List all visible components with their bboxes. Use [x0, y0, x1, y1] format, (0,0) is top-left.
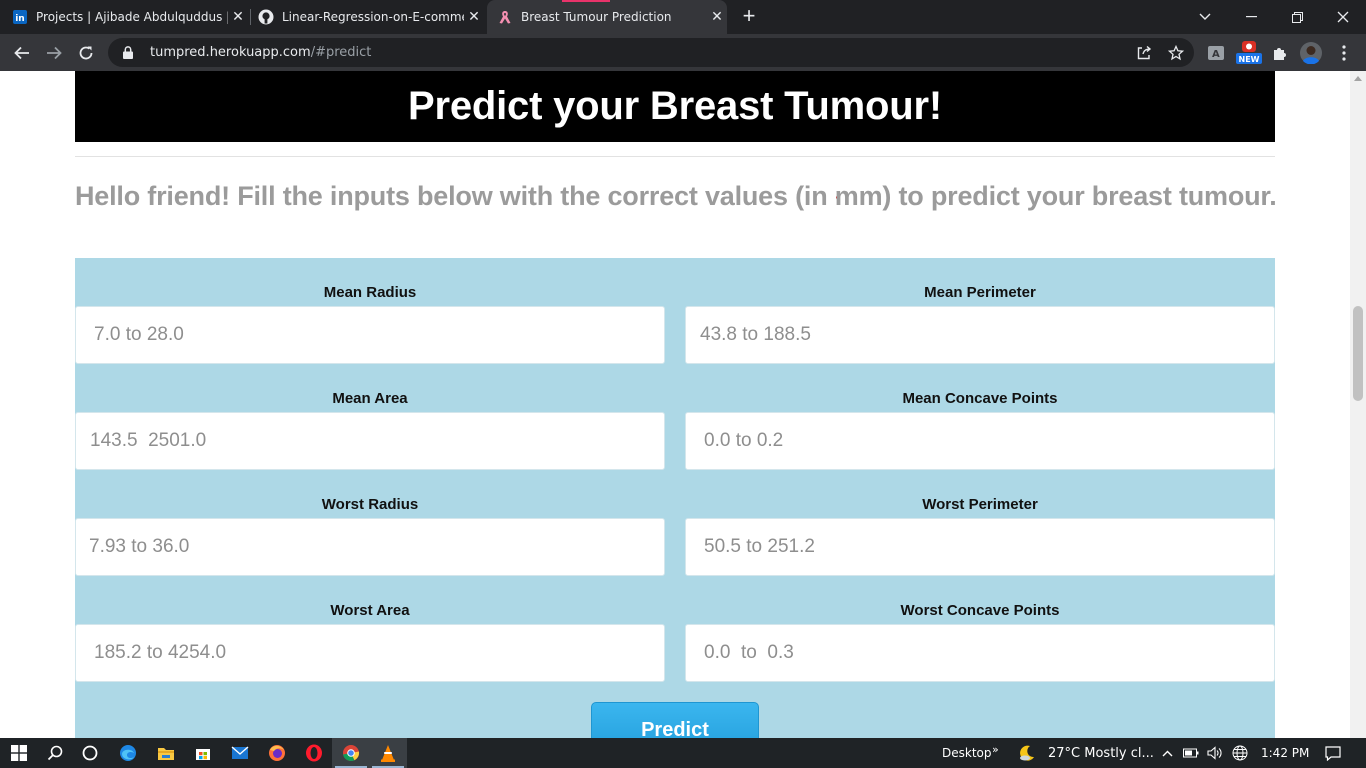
worst-area-input[interactable] — [75, 624, 665, 682]
opera-icon[interactable] — [295, 738, 333, 768]
toolbar-overflow-icon[interactable]: » — [992, 734, 999, 764]
svg-text:A: A — [1212, 49, 1220, 60]
github-icon — [258, 9, 274, 25]
volume-icon[interactable] — [1204, 738, 1226, 768]
forward-button[interactable] — [41, 40, 67, 66]
extension-badge-label: NEW — [1239, 55, 1260, 64]
back-button[interactable] — [9, 40, 35, 66]
restore-button[interactable] — [1274, 0, 1320, 34]
extensions-puzzle-icon[interactable] — [1269, 42, 1291, 64]
restore-icon — [1291, 11, 1303, 23]
mean-area-label: Mean Area — [332, 390, 408, 407]
tab-close-icon[interactable]: ✕ — [707, 9, 727, 25]
profile-avatar[interactable] — [1300, 42, 1322, 64]
worst-perimeter-label: Worst Perimeter — [922, 496, 1038, 513]
intro-text: Hello friend! Fill the inputs below with… — [75, 181, 1277, 211]
tab-title: Projects | Ajibade Abdulquddus | — [36, 10, 228, 24]
url-host: tumpred.herokuapp.com — [150, 45, 311, 60]
mean-radius-label: Mean Radius — [323, 284, 417, 301]
new-tab-button[interactable]: + — [738, 5, 760, 27]
address-bar[interactable]: tumpred.herokuapp.com/#predict — [108, 38, 1194, 67]
windows-taskbar: Desktop » 27°C Mostly cl... 1:42 PM — [0, 738, 1366, 768]
store-icon[interactable] — [184, 738, 222, 768]
firefox-icon[interactable] — [258, 738, 296, 768]
linkedin-icon: in — [12, 9, 28, 25]
worst-area-label: Worst Area — [330, 602, 410, 619]
reload-button[interactable] — [73, 40, 99, 66]
page-scrollbar[interactable] — [1350, 71, 1366, 738]
worst-radius-label: Worst Radius — [321, 496, 419, 513]
url-text[interactable]: tumpred.herokuapp.com/#predict — [150, 45, 371, 60]
tab-title: Linear-Regression-on-E-commerce — [282, 10, 464, 24]
weather-text[interactable]: 27°C Mostly cl... — [1048, 738, 1154, 768]
reload-icon — [79, 46, 93, 60]
browser-menu-icon[interactable] — [1333, 42, 1355, 64]
url-path: /#predict — [310, 45, 372, 60]
predict-button[interactable]: Predict — [591, 702, 759, 738]
desktop-toolbar-label[interactable]: Desktop — [942, 738, 992, 768]
vlc-icon[interactable] — [369, 738, 407, 768]
mean-concave-points-label: Mean Concave Points — [902, 390, 1058, 407]
svg-text:in: in — [15, 14, 25, 24]
minimize-icon — [1245, 16, 1257, 18]
tab-linkedin-projects[interactable]: in Projects | Ajibade Abdulquddus | ✕ — [12, 0, 248, 34]
scrollbar-thumb[interactable] — [1353, 306, 1363, 401]
search-icon[interactable] — [36, 738, 74, 768]
worst-concave-points-input[interactable] — [685, 624, 1275, 682]
mean-perimeter-label: Mean Perimeter — [924, 284, 1036, 301]
battery-icon[interactable] — [1180, 738, 1202, 768]
close-window-button[interactable] — [1320, 0, 1366, 34]
tab-search-button[interactable] — [1182, 0, 1228, 34]
worst-concave-points-label: Worst Concave Points — [900, 602, 1060, 619]
scroll-up-arrow-icon[interactable] — [1354, 76, 1362, 81]
mean-concave-points-input[interactable] — [685, 412, 1275, 470]
network-globe-icon[interactable] — [1228, 738, 1252, 768]
ribbon-icon — [497, 9, 513, 25]
lock-icon — [120, 46, 136, 59]
tab-strip: in Projects | Ajibade Abdulquddus | ✕ Li… — [0, 0, 1366, 34]
browser-toolbar: tumpred.herokuapp.com/#predict A NEW — [0, 34, 1366, 71]
task-view-icon[interactable] — [71, 738, 109, 768]
worst-radius-input[interactable] — [75, 518, 665, 576]
tab-separator — [250, 9, 251, 25]
bookmark-star-icon[interactable] — [1166, 43, 1186, 63]
tab-close-icon[interactable]: ✕ — [464, 9, 484, 25]
page-header-banner: Predict your Breast Tumour! — [75, 71, 1275, 142]
minimize-button[interactable] — [1228, 0, 1274, 34]
tab-breast-tumour-prediction[interactable]: Breast Tumour Prediction ✕ — [487, 0, 727, 34]
translate-extension-icon[interactable]: A — [1205, 42, 1227, 64]
clock[interactable]: 1:42 PM — [1261, 738, 1309, 768]
chrome-icon[interactable] — [332, 738, 370, 768]
edge-icon[interactable] — [109, 738, 147, 768]
tab-title: Breast Tumour Prediction — [521, 10, 672, 24]
windows-start-icon[interactable] — [0, 738, 38, 768]
close-icon — [1337, 11, 1349, 23]
page-title: Predict your Breast Tumour! — [408, 84, 942, 128]
tab-close-icon[interactable]: ✕ — [228, 9, 248, 25]
file-explorer-icon[interactable] — [147, 738, 185, 768]
arrow-right-icon — [47, 46, 62, 60]
mean-perimeter-input[interactable] — [685, 306, 1275, 364]
share-icon[interactable] — [1134, 43, 1154, 63]
page-viewport: Predict your Breast Tumour! Hello friend… — [0, 71, 1350, 738]
weather-moon-icon[interactable] — [1010, 738, 1044, 768]
prediction-form: Mean Radius Mean Perimeter Mean Area Mea… — [75, 258, 1275, 738]
divider — [75, 156, 1275, 157]
notifications-icon[interactable] — [1318, 738, 1348, 768]
extension-new-badge[interactable]: NEW — [1236, 41, 1262, 64]
mail-icon[interactable] — [221, 738, 259, 768]
tab-github-repo[interactable]: Linear-Regression-on-E-commerce ✕ — [258, 0, 484, 34]
chevron-down-icon — [1199, 13, 1211, 20]
arrow-left-icon — [14, 46, 29, 60]
mean-area-input[interactable] — [75, 412, 665, 470]
mean-radius-input[interactable] — [75, 306, 665, 364]
chevron-up-icon[interactable] — [1157, 738, 1177, 768]
worst-perimeter-input[interactable] — [685, 518, 1275, 576]
tab-activity-indicator — [562, 0, 610, 2]
